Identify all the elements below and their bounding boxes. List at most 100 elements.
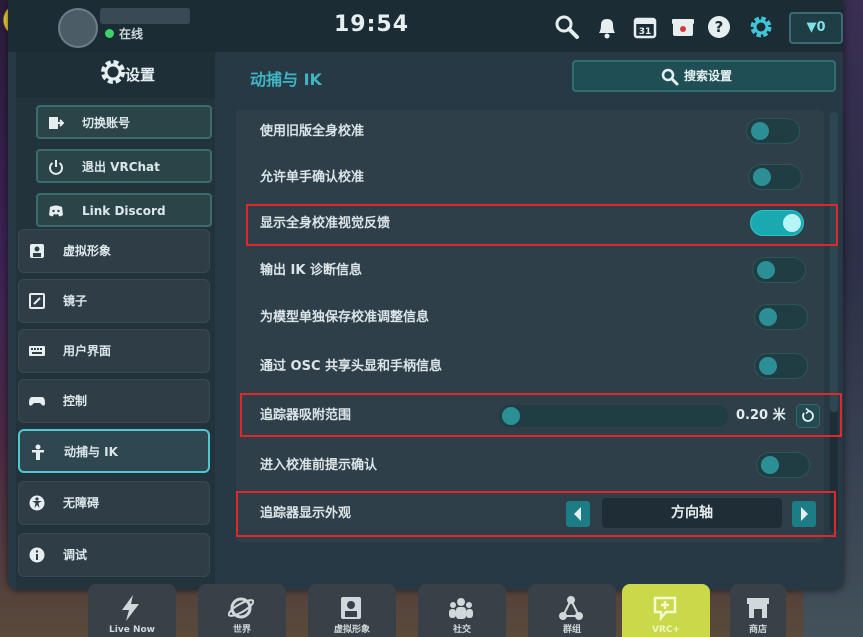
sidebar-item-label: 切换账号 [82,116,131,130]
osc-share-toggle[interactable] [754,353,808,379]
setting-label: 为模型单独保存校准调整信息 [260,310,430,325]
switch-account-icon [49,117,64,129]
discord-icon [49,205,63,217]
info-icon [29,547,45,563]
toggle-knob [783,214,801,232]
settings-gear-icon [101,60,125,84]
prompt-before-calibration-toggle[interactable] [756,452,810,478]
setting-row: 进入校准前提示确认 [246,447,814,485]
dock-vrc-plus[interactable]: VRC+ [622,584,710,637]
search-settings-button[interactable]: 搜索设置 [572,60,836,92]
planet-icon [228,597,254,619]
bottom-dock: Live Now 世界 虚拟形象 社交 群组 VRC+ 商店 [76,584,786,637]
power-icon [49,160,63,175]
accessibility-icon [29,495,45,511]
settings-list: 使用旧版全身校准 允许单手确认校准 显示全身校准视觉反馈 输出 IK 诊断信息 … [236,110,824,542]
dock-worlds[interactable]: 世界 [198,584,286,637]
sidebar-item-tracking-ik[interactable]: 动捕与 IK [18,429,210,473]
sidebar-item-label: 调试 [63,548,88,562]
setting-row: 追踪器显示外观 方向轴 [246,495,816,533]
next-option-button[interactable] [792,501,816,527]
reset-button[interactable] [796,404,820,428]
setting-label: 使用旧版全身校准 [260,124,365,139]
sidebar-item-accessibility[interactable]: 无障碍 [18,481,210,525]
one-hand-confirm-toggle[interactable] [748,164,802,190]
setting-row: 允许单手确认校准 [246,159,814,197]
dock-groups[interactable]: 群组 [528,584,616,637]
user-avatar[interactable] [58,8,98,48]
search-icon [661,68,679,86]
dock-avatars[interactable]: 虚拟形象 [308,584,396,637]
sidebar-item-switch-account[interactable]: 切换账号 [36,105,212,139]
dock-social[interactable]: 社交 [418,584,506,637]
svg-text:?: ? [715,18,724,36]
online-status-label: 在线 [119,27,144,41]
username-redacted [100,8,190,24]
arrow-left-icon [574,507,581,521]
dock-label: 世界 [232,625,251,635]
toggle-knob [759,308,777,326]
setting-row: 通过 OSC 共享头显和手柄信息 [246,348,814,386]
mirror-icon [29,293,45,309]
sidebar-item-mirror[interactable]: 镜子 [18,279,210,323]
search-icon[interactable] [554,14,580,40]
clock: 19:54 [334,12,410,37]
page-title: 动捕与 IK [250,70,322,89]
help-icon[interactable]: ? [706,14,732,40]
reset-icon [802,407,814,422]
dock-label: 商店 [748,625,767,635]
gamepad-icon [29,397,45,406]
sidebar-item-quit[interactable]: 退出 VRChat [36,149,212,183]
lightning-icon [122,595,139,621]
setting-row: 追踪器吸附范围 0.20 米 [246,397,820,435]
setting-label: 显示全身校准视觉反馈 [260,216,391,231]
setting-label: 进入校准前提示确认 [260,458,378,473]
setting-label: 通过 OSC 共享头显和手柄信息 [260,359,443,374]
dock-live-now[interactable]: Live Now [88,584,176,637]
avatar-icon [30,244,44,258]
sidebar-item-label: 虚拟形象 [63,244,112,258]
setting-row: 输出 IK 诊断信息 [246,252,814,290]
sidebar-item-avatars[interactable]: 虚拟形象 [18,229,210,273]
calibration-visual-feedback-toggle[interactable] [750,210,804,236]
sidebar-item-label: 控制 [63,394,88,408]
person-icon [32,444,44,460]
setting-row: 为模型单独保存校准调整信息 [246,299,814,337]
sidebar-item-link-discord[interactable]: Link Discord [36,193,212,227]
vrcplus-icon [653,596,677,622]
gear-icon[interactable] [748,14,774,40]
toggle-knob [759,357,777,375]
ik-diagnostics-toggle[interactable] [752,257,806,283]
setting-label: 追踪器吸附范围 [260,408,352,423]
legacy-calibration-toggle[interactable] [746,118,800,144]
sidebar-item-controls[interactable]: 控制 [18,379,210,423]
per-avatar-calibration-toggle[interactable] [754,304,808,330]
setting-label: 输出 IK 诊断信息 [260,263,362,278]
tracker-appearance-value: 方向轴 [602,498,782,528]
scrollbar-thumb[interactable] [830,112,838,412]
sidebar-item-label: 动捕与 IK [64,445,118,459]
slider-value: 0.20 米 [736,408,786,423]
tracker-snap-range-slider[interactable] [498,405,728,427]
currency-button[interactable]: ▼0 [789,12,843,44]
avatar-icon [341,597,361,619]
slider-thumb[interactable] [502,407,520,425]
sidebar-title: 设置 [125,66,156,84]
setting-row: 使用旧版全身校准 [246,113,814,151]
bell-icon[interactable] [594,14,620,40]
top-bar: 在线 19:54 31 ? ▼0 [8,0,843,52]
setting-row: 显示全身校准视觉反馈 [246,205,814,243]
sidebar-item-label: Link Discord [82,204,166,218]
sidebar-item-user-interface[interactable]: 用户界面 [18,329,210,373]
sidebar-item-debug[interactable]: 调试 [18,533,210,577]
setting-label: 追踪器显示外观 [260,506,352,521]
previous-option-button[interactable] [566,501,590,527]
toggle-knob [757,261,775,279]
dock-shop[interactable]: 商店 [730,584,786,637]
calendar-icon[interactable]: 31 [632,14,658,40]
scrollbar[interactable] [830,112,838,532]
toggle-knob [753,168,771,186]
dock-label: 群组 [562,625,581,635]
keyboard-icon [29,346,45,356]
store-icon[interactable] [670,14,696,40]
